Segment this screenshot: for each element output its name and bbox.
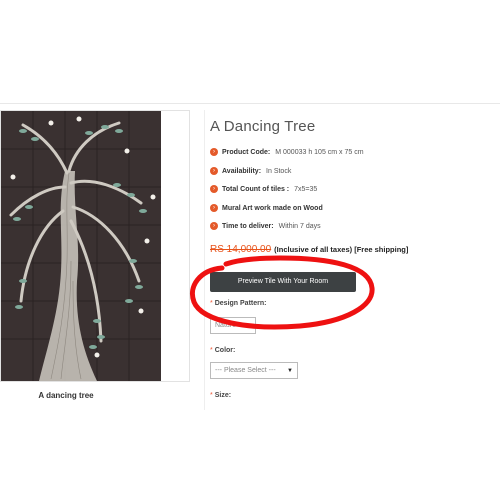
spec-label: Availability: (222, 167, 262, 175)
size-label-text: Size: (214, 392, 232, 399)
spec-label: Mural Art work made on Wood (222, 204, 323, 212)
design-pattern-select[interactable]: Nature ▼ (210, 317, 256, 334)
price: RS 14,000.00 (210, 244, 272, 255)
required-marker: * (210, 300, 213, 307)
product-details: A Dancing Tree › Product Code: M 000033 … (210, 0, 500, 500)
product-title: A Dancing Tree (210, 118, 316, 135)
product-image[interactable] (1, 111, 161, 381)
spec-label: Time to deliver: (222, 222, 274, 230)
product-image-frame[interactable] (0, 110, 190, 382)
chevron-right-circle-icon: › (210, 222, 218, 230)
design-pattern-label: * Design Pattern: (210, 300, 266, 307)
spec-tile-count: › Total Count of tiles : 7x5=35 (210, 183, 317, 195)
price-row: RS 14,000.00 (Inclusive of all taxes) [F… (210, 244, 408, 255)
design-pattern-label-text: Design Pattern: (214, 300, 267, 307)
spec-delivery: › Time to deliver: Within 7 days (210, 220, 321, 232)
spec-value: M 000033 h 105 cm x 75 cm (275, 148, 364, 156)
image-caption: A dancing tree (38, 391, 94, 400)
spec-product-code: › Product Code: M 000033 h 105 cm x 75 c… (210, 146, 364, 158)
required-marker: * (210, 347, 213, 354)
caret-down-icon: ▼ (287, 367, 293, 374)
spec-label: Product Code: (222, 148, 271, 156)
chevron-right-circle-icon: › (210, 204, 218, 212)
spec-value: In Stock (266, 167, 292, 175)
spec-value: Within 7 days (278, 222, 321, 230)
design-pattern-value: Nature (215, 322, 237, 329)
spec-value: 7x5=35 (294, 185, 318, 193)
color-select[interactable]: --- Please Select --- ▼ (210, 362, 298, 379)
column-divider (204, 110, 205, 410)
color-value: --- Please Select --- (215, 367, 276, 374)
size-label: * Size: (210, 392, 231, 399)
chevron-right-circle-icon: › (210, 185, 218, 193)
chevron-right-circle-icon: › (210, 167, 218, 175)
chevron-right-circle-icon: › (210, 148, 218, 156)
required-marker: * (210, 392, 213, 399)
caret-down-icon: ▼ (245, 322, 251, 329)
color-label-text: Color: (214, 347, 236, 354)
color-label: * Color: (210, 347, 235, 354)
spec-material: › Mural Art work made on Wood (210, 202, 328, 214)
spec-availability: › Availability: In Stock (210, 165, 291, 177)
preview-tile-button[interactable]: Preview Tile With Your Room (210, 272, 356, 292)
price-note: (Inclusive of all taxes) [Free shipping] (274, 245, 409, 254)
spec-label: Total Count of tiles : (222, 185, 290, 193)
